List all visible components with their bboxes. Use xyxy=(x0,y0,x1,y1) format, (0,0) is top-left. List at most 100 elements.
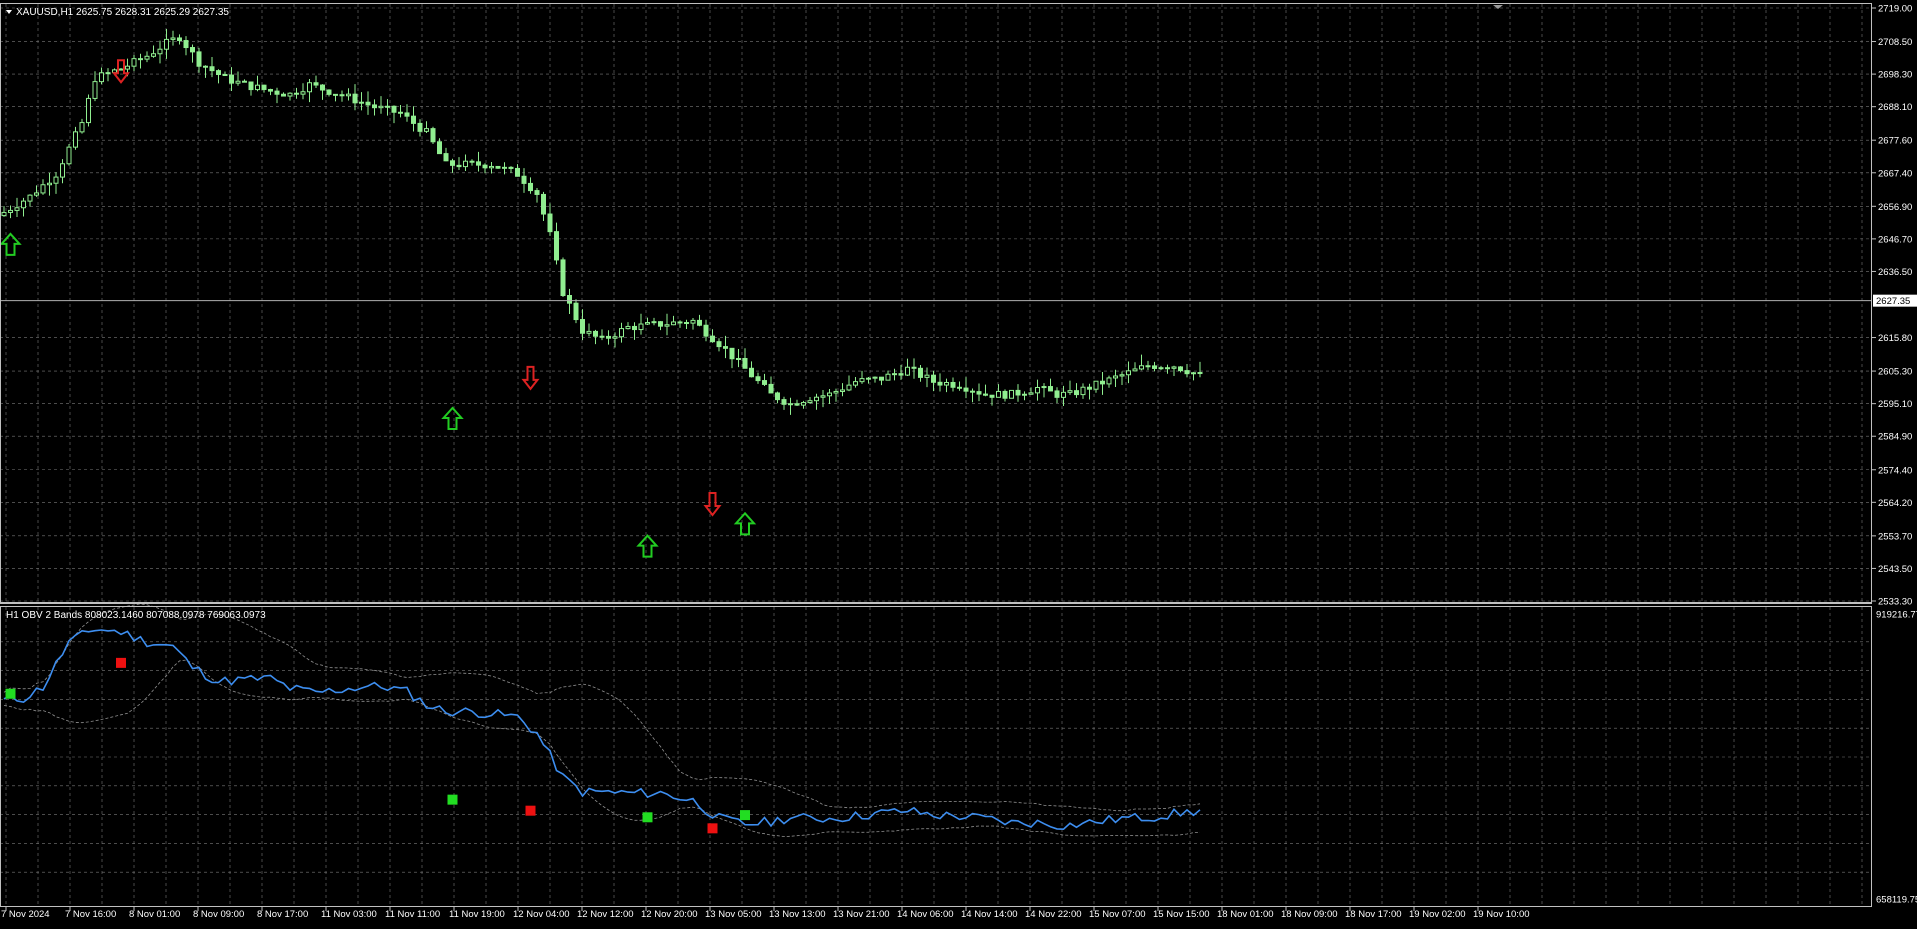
candle-body xyxy=(1041,386,1047,389)
candle-body xyxy=(281,93,286,97)
time-axis-label: 8 Nov 01:00 xyxy=(129,909,180,920)
candle-body xyxy=(970,390,975,393)
candle-body xyxy=(879,376,884,381)
price-axis-label: 2698.30 xyxy=(1878,70,1912,81)
candle-body xyxy=(1009,389,1014,399)
price-axis-label: 2636.50 xyxy=(1878,267,1912,278)
candle-body xyxy=(924,374,930,378)
time-axis-label: 12 Nov 20:00 xyxy=(641,909,698,920)
time-axis-label: 15 Nov 15:00 xyxy=(1153,909,1210,920)
candle-body xyxy=(534,190,540,195)
candle-body xyxy=(1158,367,1164,370)
time-axis-label: 7 Nov 16:00 xyxy=(65,909,116,920)
price-axis-label: 2615.80 xyxy=(1878,333,1912,344)
candle-body xyxy=(216,70,221,76)
candle-body xyxy=(1028,392,1034,395)
candle-body xyxy=(346,93,351,97)
candle-body xyxy=(846,384,852,391)
candle-body xyxy=(827,392,832,397)
candle-body xyxy=(690,319,696,324)
candle-body xyxy=(755,376,761,382)
candle-body xyxy=(313,82,319,86)
candle-body xyxy=(339,94,345,97)
price-axis-label: 2708.50 xyxy=(1878,37,1912,48)
candle-body xyxy=(125,65,130,70)
candle-body xyxy=(476,161,481,166)
candle-body xyxy=(209,66,215,72)
time-axis-label: 12 Nov 04:00 xyxy=(513,909,570,920)
candle-body xyxy=(307,82,312,93)
candle-body xyxy=(1067,390,1073,393)
candle-body xyxy=(1184,370,1190,375)
chart-canvas[interactable]: 2719.00 2708.50 2698.30 2688.10 2677.60 2667.… xyxy=(0,0,1917,924)
candle-body xyxy=(749,367,754,378)
candle-body xyxy=(502,166,507,169)
time-axis-label: 13 Nov 13:00 xyxy=(769,909,826,920)
candle-body xyxy=(495,165,501,169)
candle-body xyxy=(820,395,826,398)
time-axis-label: 15 Nov 07:00 xyxy=(1089,909,1146,920)
price-axis-label: 2605.30 xyxy=(1878,367,1912,378)
time-axis-label: 18 Nov 01:00 xyxy=(1217,909,1274,920)
candle-body xyxy=(1126,370,1131,376)
candle-body xyxy=(775,392,780,401)
candle-body xyxy=(950,381,956,388)
candle-body xyxy=(443,153,449,162)
candle-body xyxy=(729,347,735,360)
candle-body xyxy=(508,166,514,169)
candle-body xyxy=(1197,372,1203,375)
candle-body xyxy=(47,182,52,186)
candle-body xyxy=(469,160,475,163)
candle-body xyxy=(34,192,39,196)
candle-body xyxy=(554,231,559,261)
candle-body xyxy=(905,366,910,376)
candle-body xyxy=(697,319,702,326)
candle-body xyxy=(1061,391,1066,398)
trading-chart-window[interactable]: 2719.00 2708.50 2698.30 2688.10 2677.60 2667.… xyxy=(0,0,1917,924)
candle-body xyxy=(521,175,527,184)
time-axis-label: 14 Nov 22:00 xyxy=(1025,909,1082,920)
candle-body xyxy=(872,376,878,379)
time-axis-label: 14 Nov 14:00 xyxy=(961,909,1018,920)
candle-body xyxy=(21,200,26,209)
candle-body xyxy=(1171,366,1177,369)
candle-body xyxy=(801,402,806,406)
candle-body xyxy=(645,322,650,325)
candle-body xyxy=(456,164,462,168)
candle-body xyxy=(625,325,631,330)
time-axis-label: 13 Nov 05:00 xyxy=(705,909,762,920)
candle-body xyxy=(736,358,741,361)
candle-body xyxy=(196,51,202,67)
candle-body xyxy=(417,122,423,132)
obv-buy-marker xyxy=(447,794,458,805)
time-axis-label: 18 Nov 17:00 xyxy=(1345,909,1402,920)
price-axis-label: 2667.40 xyxy=(1878,168,1912,179)
candle-body xyxy=(892,373,897,376)
candle-body xyxy=(547,213,553,233)
candle-body xyxy=(404,112,410,117)
candle-body xyxy=(177,37,182,42)
candle-body xyxy=(677,321,683,324)
candle-body xyxy=(814,396,819,402)
candle-body xyxy=(242,80,247,83)
candle-body xyxy=(599,335,605,338)
candle-body xyxy=(372,104,377,109)
candle-body xyxy=(300,91,306,95)
candle-body xyxy=(788,403,793,406)
price-axis-label: 2553.70 xyxy=(1878,531,1912,542)
obv-buy-marker xyxy=(740,810,750,821)
candle-body xyxy=(489,165,494,169)
candle-body xyxy=(911,366,917,369)
candle-body xyxy=(944,381,949,386)
candle-body xyxy=(931,374,936,383)
symbol-header[interactable]: XAUUSD,H1 2625.75 2628.31 2625.29 2627.3… xyxy=(6,7,229,18)
candle-body xyxy=(287,92,293,97)
candle-body xyxy=(27,194,33,202)
candle-body xyxy=(66,146,72,165)
time-axis-label: 11 Nov 03:00 xyxy=(321,909,377,920)
candle-body xyxy=(963,387,969,392)
time-axis-label: 11 Nov 11:00 xyxy=(385,909,440,920)
candle-body xyxy=(762,380,767,385)
candle-body xyxy=(248,81,254,91)
candle-body xyxy=(437,141,442,155)
